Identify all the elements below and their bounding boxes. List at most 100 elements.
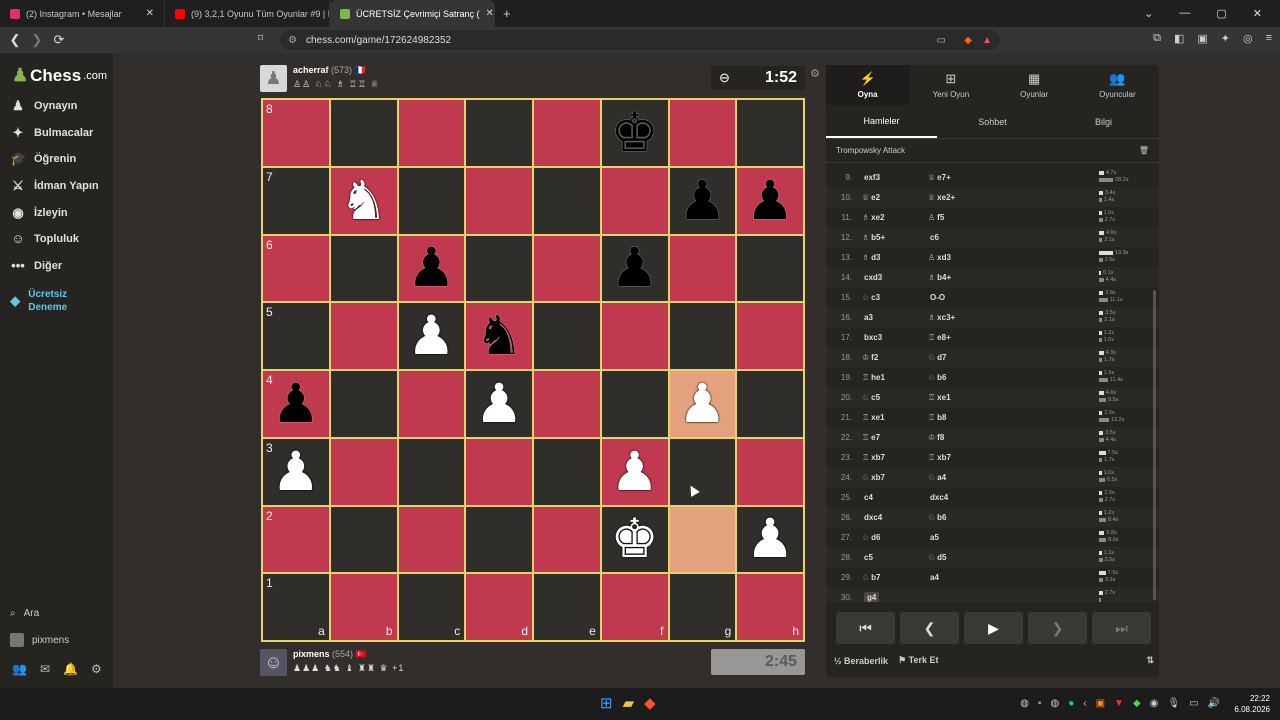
browser-tab[interactable]: (9) 3,2,1 Oyunu Tüm Oyunlar #9 | Hı✕ [165,0,330,27]
taskbar-clock[interactable]: 22:22 6.08.2026 [1234,693,1270,715]
site-info-icon[interactable]: ⚙ [288,35,297,46]
white-move[interactable]: ♖ xe1 [852,413,918,422]
white-move[interactable]: ♖ xb7 [852,453,918,462]
white-move[interactable]: ♗ b5+ [852,233,918,242]
screen-icon[interactable]: ▭ [937,35,946,46]
square-h4[interactable] [736,370,804,438]
square-e1[interactable]: e [533,573,601,641]
bottom-player-avatar[interactable]: ☺ [260,649,287,676]
black-pawn-icon[interactable]: ♟ [407,241,455,295]
sidebar-item[interactable]: ✦ Bulmacalar [10,125,94,141]
square-b3[interactable] [329,437,398,506]
url-field[interactable]: ⚙ chess.com/game/172624982352 ▲ ◆ ▭ [280,30,1000,50]
white-move[interactable]: ♘ d6 [852,533,918,542]
panel-tab[interactable]: ▦ Oyunlar [993,65,1076,105]
wallet-icon[interactable]: ▣ [1197,32,1207,45]
square-a6[interactable]: 6 [262,234,330,303]
square-e6[interactable] [533,234,601,303]
square-h5[interactable] [736,302,804,370]
square-g3[interactable] [668,437,737,506]
top-player-avatar[interactable]: ♟ [260,65,287,92]
square-e7[interactable] [533,166,601,235]
black-move[interactable]: ♙ xd3 [918,253,984,262]
square-d5[interactable]: ♞ [465,302,533,370]
black-move[interactable]: ♗ xc3+ [918,313,984,322]
forward-icon[interactable]: ❯ [26,32,48,48]
white-move[interactable]: dxc4 [852,513,918,522]
white-move[interactable]: ♗ xe2 [852,213,918,222]
tray-app2-icon[interactable]: ◍ [1050,698,1059,709]
white-move[interactable]: c4 [852,493,918,502]
sub-tab[interactable]: Sohbet [937,105,1048,138]
square-e4[interactable] [533,370,601,438]
white-pawn-icon[interactable]: ♟ [678,377,726,431]
square-d8[interactable] [465,99,533,167]
sidebar-item[interactable]: ⚔ İdman Yapın [10,178,98,194]
sidebar-item[interactable]: ◉ İzleyin [10,205,67,221]
windows-start-icon[interactable]: ⊞ [600,694,613,712]
next-move-button[interactable]: ❯ [1028,612,1087,644]
black-knight-icon[interactable]: ♞ [475,309,523,363]
chess-board[interactable]: 8 ♚ 7 ♞ ♟ ♟ 6 ♟ ♟ 5 ♟ ♞ 4 ♟ ♟ ♟ 3 ♟ ♟ 2 ♚ ♟ 1 a b c d e f g h [261,98,805,642]
sidebar-item[interactable]: 🎓 Öğrenin [10,151,76,167]
white-move[interactable]: a3 [852,313,918,322]
board-settings-icon[interactable]: ⚙ [810,67,820,80]
black-move[interactable]: ♘ a4 [918,473,984,482]
black-pawn-icon[interactable]: ♟ [272,377,320,431]
friends-icon[interactable]: 👥 [12,662,27,676]
white-move[interactable]: ♘ b7 [852,573,918,582]
bell-icon[interactable]: 🔔 [63,662,78,676]
square-e3[interactable] [533,437,601,506]
square-c4[interactable] [397,370,466,438]
square-g6[interactable] [668,234,737,303]
brave-lion-icon[interactable]: ◆ [964,35,972,46]
square-h3[interactable] [736,437,804,506]
black-move[interactable]: O-O [918,293,984,302]
tray-status-icon[interactable]: ● [1068,698,1074,709]
white-pawn-icon[interactable]: ♟ [746,512,794,566]
resign-button[interactable]: ⚑ Terk Et [898,655,938,666]
black-move[interactable]: ♔ f8 [918,433,984,442]
black-move[interactable]: ♘ d7 [918,353,984,362]
white-pawn-icon[interactable]: ♟ [475,377,523,431]
square-g2[interactable] [668,505,737,574]
square-h2[interactable]: ♟ [736,505,804,574]
square-h1[interactable]: h [736,573,804,641]
black-move[interactable]: ♖ b8 [918,413,984,422]
black-move[interactable]: ♕ xe2+ [918,193,984,202]
last-move-button[interactable]: ⏭ [1092,612,1151,644]
square-b5[interactable] [329,302,398,370]
tray-app4-icon[interactable]: ▼ [1114,698,1124,709]
black-pawn-icon[interactable]: ♟ [610,241,658,295]
panel-tab[interactable]: 👥 Oyuncular [1076,65,1159,105]
maximize-icon[interactable]: ▢ [1216,7,1226,20]
black-move[interactable]: ♖ e8+ [918,333,984,342]
square-b8[interactable] [329,99,398,167]
square-h6[interactable] [736,234,804,303]
black-move[interactable]: ♘ b6 [918,513,984,522]
tab-close-icon[interactable]: ✕ [486,8,494,19]
square-h8[interactable] [736,99,804,167]
sidebar-icon[interactable]: ◧ [1174,32,1184,45]
square-a8[interactable]: 8 [262,99,330,167]
black-move[interactable]: ♕ e7+ [918,173,984,182]
white-move[interactable]: ♘ c3 [852,293,918,302]
top-player-name[interactable]: acherraf [293,65,329,75]
square-d3[interactable] [465,437,533,506]
square-c2[interactable] [397,505,466,574]
square-f7[interactable] [600,166,669,235]
black-move[interactable]: a5 [918,533,984,542]
square-b6[interactable] [329,234,398,303]
white-move[interactable]: ♖ e7 [852,433,918,442]
white-move[interactable]: ♘ xb7 [852,473,918,482]
black-pawn-icon[interactable]: ♟ [746,174,794,228]
black-move[interactable]: ♖ xe1 [918,393,984,402]
tray-nvidia-icon[interactable]: ▪ [1038,698,1042,709]
tab-close-icon[interactable]: ✕ [146,8,154,19]
bookmark-icon[interactable]: ⌑ [258,33,263,44]
square-e8[interactable] [533,99,601,167]
tray-chevron-icon[interactable]: ‹ [1083,698,1086,709]
square-d6[interactable] [465,234,533,303]
panel-tab[interactable]: ⊞ Yeni Oyun [909,65,992,105]
first-move-button[interactable]: ⏮ [836,612,895,644]
